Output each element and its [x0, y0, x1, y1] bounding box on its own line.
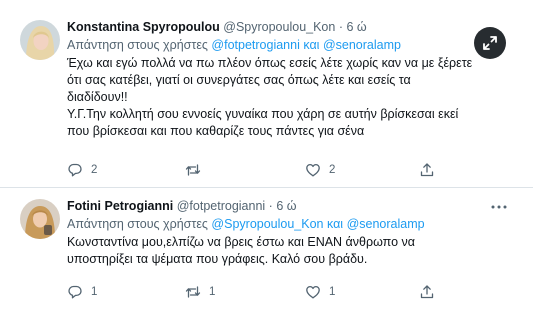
reply-to-line: Απάντηση στους χρήστες @Spyropoulou_Kon … [67, 215, 507, 233]
tweet-fotini[interactable]: Fotini Petrogianni @fotpetrogianni · 6 ώ… [0, 189, 533, 329]
tweet-text-line: ότι σας κατέβει, γιατί οι συνεργάτες σας… [67, 73, 411, 87]
avatar[interactable] [20, 199, 60, 239]
tweet-text-line: Έχω και εγώ πολλά να πω πλέον όπως εσείς… [67, 56, 473, 70]
timestamp[interactable]: 6 ώ [276, 199, 296, 213]
reply-prefix: Απάντηση στους χρήστες [67, 217, 208, 231]
mention-and[interactable]: και [327, 217, 343, 231]
tweet-header: Fotini Petrogianni @fotpetrogianni · 6 ώ [67, 197, 507, 215]
like-count: 1 [329, 286, 336, 298]
share-icon [420, 285, 434, 299]
more-icon [491, 205, 507, 209]
reply-count: 2 [91, 164, 98, 176]
tweet-content: Fotini Petrogianni @fotpetrogianni · 6 ώ… [67, 197, 507, 268]
tweet-text: Έχω και εγώ πολλά να πω πλέον όπως εσείς… [67, 55, 507, 140]
like-count: 2 [329, 164, 336, 176]
retweet-button[interactable] [185, 160, 209, 180]
tweet-text-line: διαδίδουν!! [67, 90, 128, 104]
tweet-text-line: Υ.Γ.Την κολλητή σου εννοείς γυναίκα που … [67, 107, 459, 121]
tweet-konstantina[interactable]: Konstantina Spyropoulou @Spyropoulou_Kon… [0, 0, 533, 188]
mention-link[interactable]: @senoralamp [347, 217, 425, 231]
author-handle[interactable]: @fotpetrogianni [177, 199, 265, 213]
mention-link[interactable]: @Spyropoulou_Kon [211, 217, 323, 231]
separator: · [338, 20, 343, 34]
avatar[interactable] [20, 20, 60, 60]
reply-to-line: Απάντηση στους χρήστες @fotpetrogianni κ… [67, 36, 507, 54]
tweet-header: Konstantina Spyropoulou @Spyropoulou_Kon… [67, 18, 507, 36]
retweet-icon [185, 286, 201, 298]
author-handle[interactable]: @Spyropoulou_Kon [223, 20, 335, 34]
expand-button[interactable] [474, 27, 506, 59]
retweet-icon [185, 164, 201, 176]
share-button[interactable] [419, 282, 435, 302]
mention-link[interactable]: @fotpetrogianni [211, 38, 299, 52]
reply-button[interactable]: 1 [67, 282, 97, 302]
tweet-text: Κωνσταντίνα μου,ελπίζω να βρεις έστω και… [67, 234, 507, 268]
expand-icon [483, 36, 497, 50]
separator: · [268, 199, 273, 213]
mention-and[interactable]: και [303, 38, 319, 52]
author-name[interactable]: Konstantina Spyropoulou [67, 20, 220, 34]
tweet-content: Konstantina Spyropoulou @Spyropoulou_Kon… [67, 18, 507, 140]
reply-button[interactable]: 2 [67, 160, 97, 180]
tweet-text-line: υποστηρίξει τα ψέματα που γράφεις. Καλό … [67, 252, 368, 266]
like-button[interactable]: 1 [305, 282, 335, 302]
share-button[interactable] [419, 160, 435, 180]
like-button[interactable]: 2 [305, 160, 335, 180]
timestamp[interactable]: 6 ώ [346, 20, 366, 34]
retweet-count: 1 [209, 286, 216, 298]
tweet-text-line: που βρίσκεσαι και που καθαρίζε τους πάντ… [67, 124, 365, 138]
reply-prefix: Απάντηση στους χρήστες [67, 38, 208, 52]
action-bar: 2 2 [67, 160, 447, 180]
more-button[interactable] [488, 197, 510, 217]
reply-count: 1 [91, 286, 98, 298]
like-icon [306, 285, 320, 299]
reply-icon [68, 285, 82, 299]
tweet-text-line: Κωνσταντίνα μου,ελπίζω να βρεις έστω και… [67, 235, 416, 249]
retweet-button[interactable]: 1 [185, 282, 215, 302]
mention-link[interactable]: @senoralamp [323, 38, 401, 52]
action-bar: 1 1 1 [67, 282, 447, 302]
share-icon [420, 163, 434, 177]
reply-icon [68, 163, 82, 177]
author-name[interactable]: Fotini Petrogianni [67, 199, 173, 213]
like-icon [306, 163, 320, 177]
